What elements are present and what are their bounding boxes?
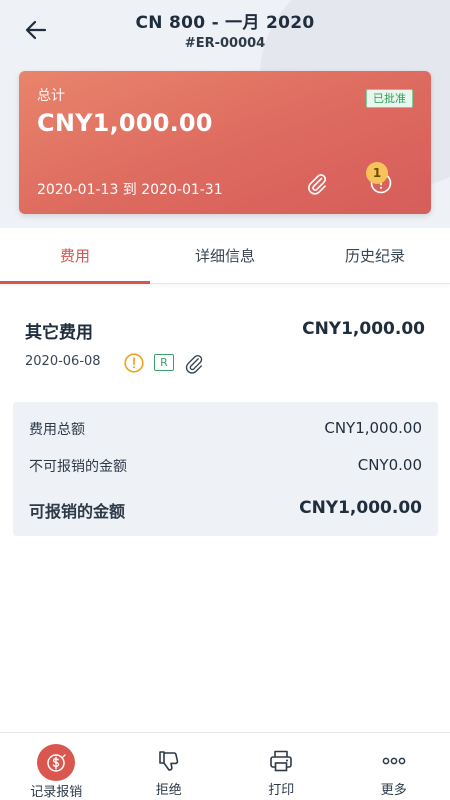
summary-label: 不可报销的金额	[29, 459, 127, 475]
tab-details[interactable]: 详细信息	[150, 228, 300, 283]
expense-category: 其它费用	[25, 323, 93, 343]
expense-date: 2020-06-08	[25, 354, 101, 369]
record-expense-label: 记录报销	[30, 785, 83, 800]
warning-count-badge: 1	[366, 162, 388, 184]
tab-bar: 费用 详细信息 历史纪录	[0, 228, 450, 284]
attachment-button[interactable]	[305, 171, 329, 195]
amount-summary: 费用总额 CNY1,000.00 不可报销的金额 CNY0.00 可报销的金额 …	[13, 402, 438, 536]
date-range: 2020-01-13 到 2020-01-31	[37, 182, 223, 198]
thumbs-down-icon	[149, 745, 189, 777]
record-expense-button[interactable]: 记录报销	[0, 733, 113, 800]
expense-amount: CNY1,000.00	[302, 319, 425, 339]
total-label: 总计	[37, 88, 65, 104]
tab-history[interactable]: 历史纪录	[300, 228, 450, 283]
status-badge: 已批准	[366, 89, 413, 108]
total-amount: CNY1,000.00	[37, 109, 213, 137]
paperclip-icon	[308, 174, 327, 195]
reject-button[interactable]: 拒绝	[113, 733, 226, 800]
summary-label: 可报销的金额	[29, 502, 126, 521]
tab-expenses[interactable]: 费用	[0, 228, 150, 284]
paperclip-icon[interactable]	[183, 352, 205, 374]
record-expense-icon	[37, 744, 76, 781]
report-summary-card: 总计 CNY1,000.00 已批准 2020-01-13 到 2020-01-…	[19, 71, 431, 214]
more-button[interactable]: 更多	[338, 733, 450, 800]
receipt-tag: R	[154, 354, 174, 371]
summary-value: CNY1,000.00	[324, 419, 422, 437]
print-label: 打印	[268, 783, 295, 798]
reject-label: 拒绝	[155, 783, 182, 798]
page-title: CN 800 - 一月 2020	[135, 13, 315, 33]
more-dots-icon	[374, 745, 414, 777]
warning-icon	[123, 352, 145, 374]
summary-label: 费用总额	[29, 422, 85, 438]
more-label: 更多	[380, 783, 407, 798]
printer-icon	[261, 745, 301, 777]
header-area: CN 800 - 一月 2020 #ER-00004 总计 CNY1,000.0…	[0, 0, 450, 228]
print-button[interactable]: 打印	[225, 733, 338, 800]
report-id: #ER-00004	[184, 36, 266, 51]
summary-value: CNY1,000.00	[299, 498, 422, 518]
bottom-action-bar: 记录报销 拒绝 打印 更多	[0, 732, 450, 800]
summary-value: CNY0.00	[357, 456, 422, 474]
